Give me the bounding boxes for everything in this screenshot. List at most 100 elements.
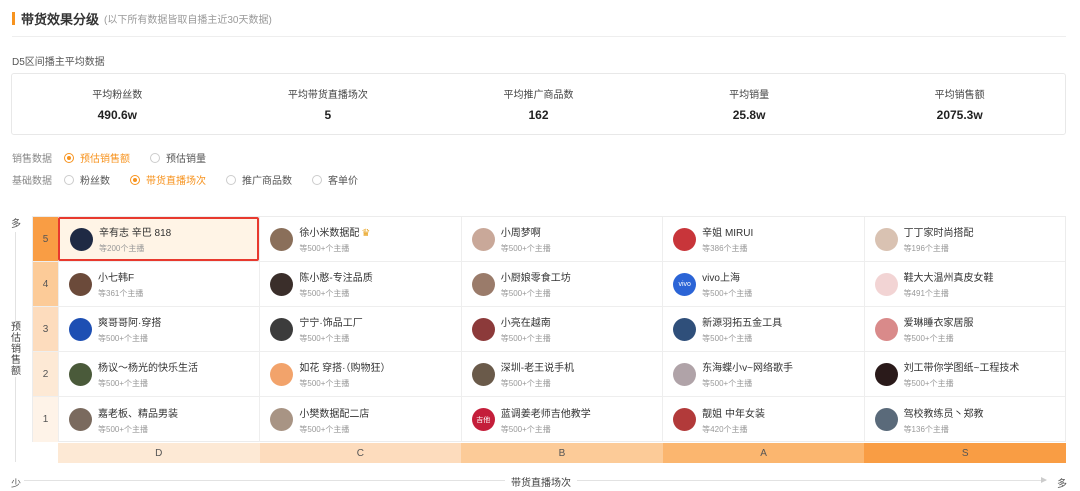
stat-label: 平均粉丝数 [92,90,143,101]
streamer-cell[interactable]: 鞋大大温州真皮女鞋 等491个主播 [863,262,1065,306]
streamer-cell[interactable]: 驾校教练员丶郑教 等136个主播 [863,397,1065,442]
crown-icon: ♛ [361,228,371,239]
avatar [270,317,294,341]
radio-label: 带货直播场次 [146,176,206,187]
streamer-name-text: 东海蝶小v~网络歌手 [702,363,794,374]
streamer-count: 等386个主播 [702,244,748,253]
streamer-cell[interactable]: 爽哥哥阿·穿搭 等500+个主播 [58,307,259,351]
cell-text: 爱琳睡衣家居服 等500+个主播 [904,314,974,344]
radio-icon[interactable] [312,174,322,185]
cell-text: 辛有志 辛巴 818 等200个主播 [99,224,171,254]
streamer-name-text: 深圳-老王说手机 [500,363,575,374]
streamer-name: 辛有志 辛巴 818 [99,224,171,239]
x-axis-end-label: 多 [1057,479,1067,490]
streamer-cell[interactable]: 小厨娘零食工坊 等500+个主播 [460,262,662,306]
streamer-cell[interactable]: 宁宁·饰品工厂 等500+个主播 [259,307,460,351]
avatar [874,272,898,296]
radio-option[interactable]: 粉丝数 [64,172,110,187]
streamer-count: 等500+个主播 [299,334,350,343]
streamer-cell[interactable]: 东海蝶小v~网络歌手 等500+个主播 [662,352,863,396]
cell-text: 小亮在越南 等500+个主播 [501,314,551,344]
cell-text: 小厨娘零食工坊 等500+个主播 [501,269,571,299]
radio-icon[interactable] [130,174,140,185]
stat-label: 平均推广商品数 [503,90,574,101]
streamer-cell[interactable]: 辛有志 辛巴 818 等200个主播 [58,217,260,261]
streamer-cell[interactable]: 丁丁家时尚搭配 等196个主播 [863,217,1065,261]
radio-option[interactable]: 推广商品数 [226,172,292,187]
avatar [69,272,92,296]
streamer-count: 等200个主播 [99,244,145,253]
streamer-count: 等500+个主播 [903,379,954,388]
tier-row: 2 杨议～杨光的快乐生活 等500+个主播 如花 穿搭·（购物狂） 等500+个… [33,352,1065,397]
streamer-cell[interactable]: 辛姐 MIRUI 等386个主播 [662,217,863,261]
streamer-cell[interactable]: 靓姐 中年女装 等420个主播 [662,397,863,442]
streamer-cell[interactable]: 徐小米数据配 ♛ 等500+个主播 [259,217,460,261]
cell-text: 小周梦啊 等500+个主播 [501,224,551,254]
streamer-cell[interactable]: 如花 穿搭·（购物狂） 等500+个主播 [259,352,460,396]
radio-label: 推广商品数 [242,176,292,187]
streamer-name-text: 徐小米数据配 [299,228,360,239]
streamer-name-text: 小亮在越南 [500,318,551,329]
page-title: 带货效果分级 [21,12,100,27]
streamer-count: 等500+个主播 [98,379,149,388]
streamer-cell[interactable]: 小樊数据配二店 等500+个主播 [259,397,460,442]
radio-icon[interactable] [64,152,74,163]
streamer-cell[interactable]: 吉他 蓝调姜老师吉他教学 等500+个主播 [460,397,662,442]
cell-text: 陈小憨-专注品质 等500+个主播 [299,269,372,299]
radio-icon[interactable] [226,174,236,185]
streamer-cell[interactable]: 爱琳睡衣家居服 等500+个主播 [863,307,1065,351]
radio-option[interactable]: 预估销售额 [64,150,130,165]
radio-option[interactable]: 客单价 [312,172,358,187]
streamer-name-text: 爱琳睡衣家居服 [903,318,974,329]
cell-text: 深圳-老王说手机 等500+个主播 [501,359,574,389]
streamer-cell[interactable]: 新源羽拓五金工具 等500+个主播 [662,307,863,351]
avatar [673,362,697,386]
streamer-name-text: 小厨娘零食工坊 [500,273,571,284]
streamer-count: 等500+个主播 [98,424,149,434]
avatar: 吉他 [471,408,495,431]
streamer-count: 等500+个主播 [702,289,753,298]
stat-label: 平均销售额 [934,90,985,101]
streamer-cell[interactable]: 深圳-老王说手机 等500+个主播 [460,352,662,396]
x-axis-levels: DCBAS [58,443,1066,463]
radio-label: 客单价 [328,176,358,187]
cell-text: 如花 穿搭·（购物狂） 等500+个主播 [299,359,390,389]
streamer-name-text: 丁丁家时尚搭配 [903,228,974,239]
streamer-cell[interactable]: 杨议～杨光的快乐生活 等500+个主播 [58,352,259,396]
streamer-cell[interactable]: 陈小憨-专注品质 等500+个主播 [259,262,460,306]
streamer-count: 等500+个主播 [702,334,753,343]
streamer-name-text: 杨议～杨光的快乐生活 [98,363,198,374]
streamer-name-text: 如花 穿搭·（购物狂） [299,363,391,374]
stats-section-label: D5区间播主平均数据 [12,57,105,68]
stat-value: 490.6w [97,108,137,122]
streamer-cell[interactable]: vivo vivo上海 等500+个主播 [662,262,863,306]
radio-icon[interactable] [64,174,74,185]
avatar-text: 吉他 [476,416,491,424]
tier-row: 1 嘉老板、精品男装 等500+个主播 小樊数据配二店 等500+个主播 吉他 … [33,397,1065,442]
streamer-name-text: 鞋大大温州真皮女鞋 [903,273,994,284]
streamer-name: 嘉老板、精品男装 [98,405,178,420]
stat-item: 平均销售额 2075.3w [854,74,1065,134]
cell-text: 辛姐 MIRUI 等386个主播 [702,224,753,254]
streamer-name: 如花 穿搭·（购物狂） [299,359,390,374]
streamer-name: 靓姐 中年女装 [702,405,765,420]
streamer-name-text: 辛姐 MIRUI [702,228,754,239]
radio-option[interactable]: 预估销量 [150,150,206,165]
streamer-cell[interactable]: 小亮在越南 等500+个主播 [460,307,662,351]
streamer-cell[interactable]: 刘工带你学图纸~工程技术 等500+个主播 [863,352,1065,396]
avatar [874,317,898,341]
radio-label: 预估销量 [166,154,206,165]
streamer-cell[interactable]: 小七韩F 等361个主播 [58,262,259,306]
stat-item: 平均推广商品数 162 [433,74,644,134]
streamer-cell[interactable]: 小周梦啊 等500+个主播 [460,217,662,261]
y-axis-title: 预估销售额 [9,322,23,377]
radio-option[interactable]: 带货直播场次 [130,172,206,187]
radio-icon[interactable] [150,152,160,163]
streamer-cell[interactable]: 嘉老板、精品男装 等500+个主播 [58,397,259,442]
avatar [270,227,294,251]
stat-value: 2075.3w [936,108,983,122]
sales-data-filter: 销售数据 预估销售额 预估销量 [12,150,226,165]
streamer-count: 等491个主播 [903,289,949,298]
streamer-count: 等500+个主播 [500,379,551,388]
cell-text: 小七韩F 等361个主播 [98,269,143,299]
